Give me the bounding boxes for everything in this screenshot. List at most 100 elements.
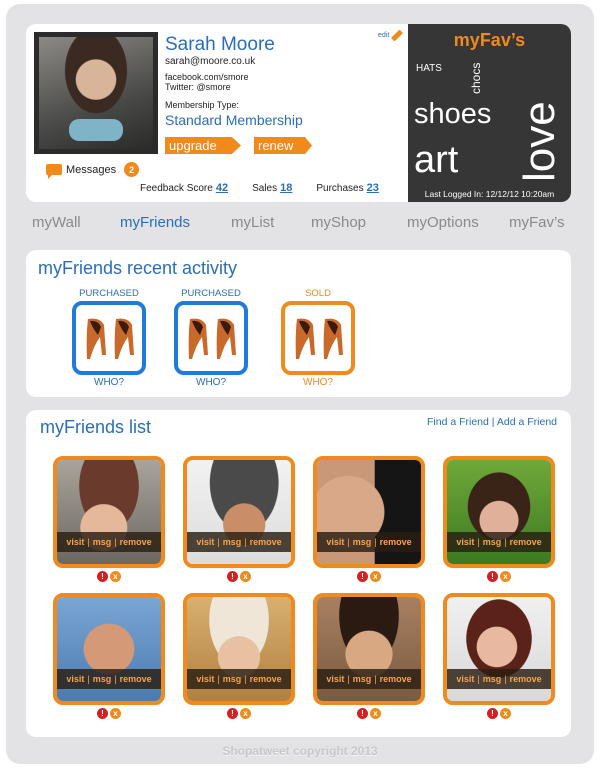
purchases-label: Purchases bbox=[316, 183, 364, 194]
tag-love[interactable]: love bbox=[515, 101, 565, 182]
activity-product[interactable] bbox=[174, 301, 248, 375]
profile-card: Messages 2 Sarah Moore sarah@moore.co.uk… bbox=[26, 24, 571, 202]
nav-myfavs[interactable]: myFav’s bbox=[509, 214, 565, 231]
nav-mylist[interactable]: myList bbox=[231, 214, 274, 231]
messages-count-badge: 2 bbox=[124, 162, 140, 177]
renew-button[interactable]: renew bbox=[254, 137, 312, 154]
last-logged-in: Last Logged In: 12/12/12 10:20am bbox=[424, 189, 555, 199]
close-icon[interactable]: x bbox=[240, 571, 251, 582]
remove-link[interactable]: remove bbox=[120, 674, 152, 684]
visit-link[interactable]: visit bbox=[326, 537, 344, 547]
close-icon[interactable]: x bbox=[240, 708, 251, 719]
edit-profile-link[interactable]: edit bbox=[378, 29, 404, 42]
remove-link[interactable]: remove bbox=[120, 537, 152, 547]
friend-card[interactable]: visit | msg | remove bbox=[443, 456, 555, 568]
separator: | bbox=[477, 674, 480, 684]
friend-card[interactable]: visit | msg | remove bbox=[443, 593, 555, 705]
visit-link[interactable]: visit bbox=[196, 537, 214, 547]
tag-hats[interactable]: HATS bbox=[416, 63, 442, 74]
remove-link[interactable]: remove bbox=[250, 537, 282, 547]
remove-link[interactable]: remove bbox=[510, 537, 542, 547]
friend-icons: ! x bbox=[443, 708, 555, 719]
close-icon[interactable]: x bbox=[110, 571, 121, 582]
close-icon[interactable]: x bbox=[370, 571, 381, 582]
friend-actions: visit | msg | remove bbox=[317, 669, 421, 689]
sales-count: Sales 18 bbox=[252, 182, 292, 194]
msg-link[interactable]: msg bbox=[353, 674, 372, 684]
msg-link[interactable]: msg bbox=[483, 537, 502, 547]
alert-icon[interactable]: ! bbox=[227, 708, 238, 719]
msg-link[interactable]: msg bbox=[483, 674, 502, 684]
visit-link[interactable]: visit bbox=[196, 674, 214, 684]
msg-link[interactable]: msg bbox=[223, 674, 242, 684]
remove-link[interactable]: remove bbox=[510, 674, 542, 684]
separator: | bbox=[477, 537, 480, 547]
separator: | bbox=[244, 674, 247, 684]
remove-link[interactable]: remove bbox=[250, 674, 282, 684]
sales-value-link[interactable]: 18 bbox=[280, 182, 292, 194]
activity-who-link[interactable]: WHO? bbox=[70, 377, 148, 388]
alert-icon[interactable]: ! bbox=[487, 571, 498, 582]
friend-links: Find a Friend | Add a Friend bbox=[427, 416, 557, 428]
separator: | bbox=[114, 674, 117, 684]
friend-actions: visit | msg | remove bbox=[57, 669, 161, 689]
activity-status: SOLD bbox=[305, 288, 331, 299]
alert-icon[interactable]: ! bbox=[357, 708, 368, 719]
alert-icon[interactable]: ! bbox=[227, 571, 238, 582]
close-icon[interactable]: x bbox=[370, 708, 381, 719]
feedback-score: Feedback Score 42 bbox=[140, 182, 228, 194]
close-icon[interactable]: x bbox=[500, 708, 511, 719]
tag-shoes[interactable]: shoes bbox=[414, 98, 491, 131]
nav-myoptions[interactable]: myOptions bbox=[407, 214, 479, 231]
friend-card[interactable]: visit | msg | remove bbox=[183, 456, 295, 568]
remove-link[interactable]: remove bbox=[380, 537, 412, 547]
tag-art[interactable]: art bbox=[414, 139, 458, 182]
membership-type-value: Standard Membership bbox=[165, 112, 303, 128]
nav-myfriends[interactable]: myFriends bbox=[120, 214, 190, 231]
alert-icon[interactable]: ! bbox=[487, 708, 498, 719]
visit-link[interactable]: visit bbox=[66, 674, 84, 684]
activity-who-link[interactable]: WHO? bbox=[279, 377, 357, 388]
upgrade-button[interactable]: upgrade bbox=[165, 137, 241, 154]
profile-photo-frame bbox=[34, 32, 158, 154]
friend-icons: ! x bbox=[313, 708, 425, 719]
msg-link[interactable]: msg bbox=[223, 537, 242, 547]
msg-link[interactable]: msg bbox=[93, 537, 112, 547]
nav-myshop[interactable]: myShop bbox=[311, 214, 366, 231]
activity-who-link[interactable]: WHO? bbox=[172, 377, 250, 388]
close-icon[interactable]: x bbox=[500, 571, 511, 582]
visit-link[interactable]: visit bbox=[456, 674, 474, 684]
feedback-value-link[interactable]: 42 bbox=[216, 182, 228, 194]
messages-link[interactable]: Messages 2 bbox=[46, 162, 140, 179]
activity-item[interactable]: PURCHASED WHO? bbox=[70, 288, 148, 388]
msg-link[interactable]: msg bbox=[353, 537, 372, 547]
find-friend-link[interactable]: Find a Friend bbox=[427, 416, 489, 428]
friend-card[interactable]: visit | msg | remove bbox=[313, 456, 425, 568]
activity-item[interactable]: PURCHASED WHO? bbox=[172, 288, 250, 388]
alert-icon[interactable]: ! bbox=[97, 708, 108, 719]
visit-link[interactable]: visit bbox=[456, 537, 474, 547]
profile-photo[interactable] bbox=[39, 37, 153, 149]
alert-icon[interactable]: ! bbox=[97, 571, 108, 582]
separator: | bbox=[374, 537, 377, 547]
recent-activity-title: myFriends recent activity bbox=[38, 258, 238, 278]
remove-link[interactable]: remove bbox=[380, 674, 412, 684]
friend-card[interactable]: visit | msg | remove bbox=[53, 593, 165, 705]
visit-link[interactable]: visit bbox=[66, 537, 84, 547]
friend-card[interactable]: visit | msg | remove bbox=[53, 456, 165, 568]
activity-product[interactable] bbox=[281, 301, 355, 375]
nav-mywall[interactable]: myWall bbox=[32, 214, 81, 231]
membership-type-label: Membership Type: bbox=[165, 100, 239, 110]
msg-link[interactable]: msg bbox=[93, 674, 112, 684]
alert-icon[interactable]: ! bbox=[357, 571, 368, 582]
add-friend-link[interactable]: Add a Friend bbox=[497, 416, 557, 428]
close-icon[interactable]: x bbox=[110, 708, 121, 719]
tag-chocs[interactable]: chocs bbox=[469, 63, 483, 94]
friend-card[interactable]: visit | msg | remove bbox=[183, 593, 295, 705]
friend-card[interactable]: visit | msg | remove bbox=[313, 593, 425, 705]
activity-product[interactable] bbox=[72, 301, 146, 375]
purchases-value-link[interactable]: 23 bbox=[367, 182, 379, 194]
visit-link[interactable]: visit bbox=[326, 674, 344, 684]
separator: | bbox=[87, 674, 90, 684]
activity-item[interactable]: SOLD WHO? bbox=[279, 288, 357, 388]
